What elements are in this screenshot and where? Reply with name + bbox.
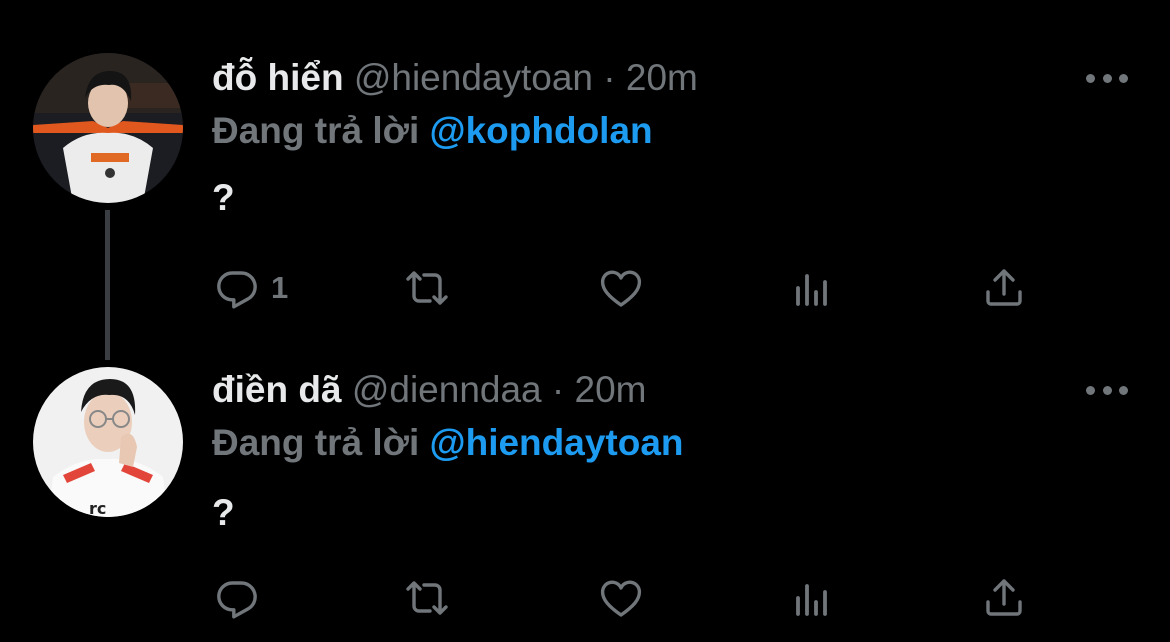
replying-to-label: Đang trả lời: [212, 422, 420, 463]
reply-button[interactable]: 1: [213, 264, 288, 312]
like-button[interactable]: [597, 574, 645, 622]
reply-icon: [217, 581, 257, 619]
like-icon: [600, 580, 642, 617]
reply-icon: [217, 271, 257, 309]
share-icon: [986, 579, 1022, 616]
share-button[interactable]: [980, 264, 1028, 312]
reply-button[interactable]: [213, 574, 271, 622]
separator-dot: ·: [551, 369, 565, 410]
reply-count: 1: [271, 270, 289, 305]
replying-to: Đang trả lời @hiendaytoan: [212, 420, 684, 466]
avatar[interactable]: rc: [33, 367, 183, 517]
retweet-icon: [406, 581, 448, 615]
replying-to-handle[interactable]: @kophdolan: [430, 110, 653, 151]
more-icon[interactable]: [1086, 68, 1128, 88]
tweet-header: điền dã @dienndaa · 20m: [212, 367, 647, 413]
like-button[interactable]: [597, 264, 645, 312]
avatar[interactable]: [33, 53, 183, 203]
timestamp[interactable]: 20m: [626, 57, 698, 98]
user-handle[interactable]: @dienndaa: [352, 369, 542, 410]
display-name[interactable]: điền dã: [212, 369, 342, 410]
retweet-icon: [406, 271, 448, 305]
tweet-text: ?: [212, 492, 235, 533]
retweet-button[interactable]: [403, 574, 451, 622]
views-icon: [796, 584, 827, 616]
more-icon[interactable]: [1086, 380, 1128, 400]
tweet[interactable]: đỗ hiển @hiendaytoan · 20m Đang trả lời …: [0, 0, 1170, 330]
tweet-thread: đỗ hiển @hiendaytoan · 20m Đang trả lời …: [0, 0, 1170, 642]
views-button[interactable]: [788, 574, 836, 622]
user-handle[interactable]: @hiendaytoan: [354, 57, 593, 98]
separator-dot: ·: [603, 57, 616, 98]
tweet-text: ?: [212, 177, 235, 218]
replying-to: Đang trả lời @kophdolan: [212, 108, 653, 154]
display-name[interactable]: đỗ hiển: [212, 57, 344, 98]
svg-text:rc: rc: [89, 499, 106, 517]
share-icon: [986, 269, 1022, 306]
replying-to-label: Đang trả lời: [212, 110, 420, 151]
like-icon: [600, 270, 642, 307]
views-button[interactable]: [788, 264, 836, 312]
retweet-button[interactable]: [403, 264, 451, 312]
views-icon: [796, 274, 827, 306]
tweet[interactable]: rc điền dã @dienndaa · 20m Đang trả lời …: [0, 330, 1170, 642]
timestamp[interactable]: 20m: [575, 369, 647, 410]
replying-to-handle[interactable]: @hiendaytoan: [430, 422, 684, 463]
tweet-header: đỗ hiển @hiendaytoan · 20m: [212, 55, 698, 101]
share-button[interactable]: [980, 574, 1028, 622]
